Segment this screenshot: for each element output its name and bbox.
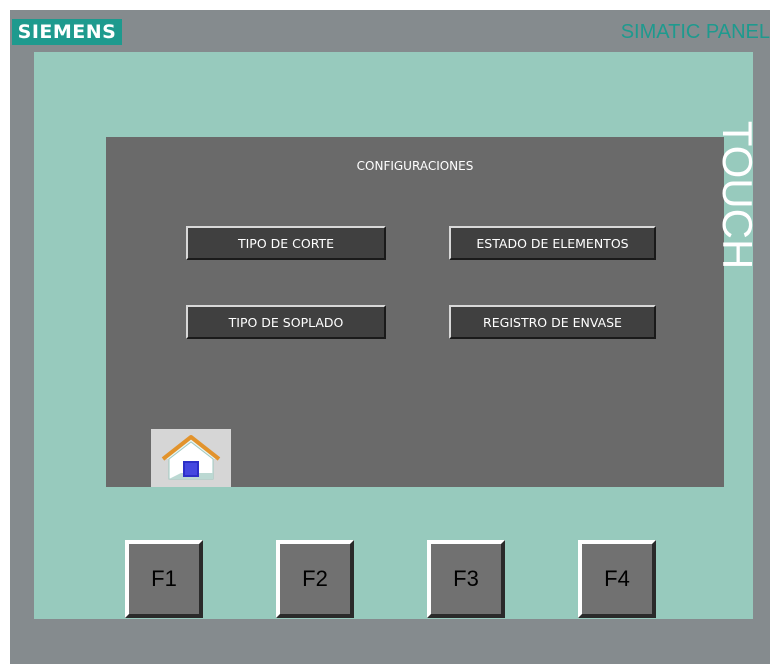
touch-label: TOUCH xyxy=(713,120,761,269)
hmi-screen: CONFIGURACIONES TIPO DE CORTE ESTADO DE … xyxy=(106,137,724,487)
function-key-f4[interactable]: F4 xyxy=(578,540,656,618)
panel-bezel: CONFIGURACIONES TIPO DE CORTE ESTADO DE … xyxy=(34,52,761,619)
tipo-de-corte-button[interactable]: TIPO DE CORTE xyxy=(186,226,386,260)
hmi-device: SIEMENS SIMATIC PANEL CONFIGURACIONES TI… xyxy=(10,10,770,664)
function-key-f2[interactable]: F2 xyxy=(276,540,354,618)
brand-logo: SIEMENS xyxy=(12,19,122,45)
model-label: SIMATIC PANEL xyxy=(620,21,770,43)
home-button[interactable] xyxy=(151,429,231,487)
estado-de-elementos-button[interactable]: ESTADO DE ELEMENTOS xyxy=(449,226,656,260)
tipo-de-soplado-button[interactable]: TIPO DE SOPLADO xyxy=(186,305,386,339)
function-key-f3[interactable]: F3 xyxy=(427,540,505,618)
home-icon xyxy=(161,435,221,480)
screen-title: CONFIGURACIONES xyxy=(356,159,474,173)
function-key-f1[interactable]: F1 xyxy=(125,540,203,618)
registro-de-envase-button[interactable]: REGISTRO DE ENVASE xyxy=(449,305,656,339)
